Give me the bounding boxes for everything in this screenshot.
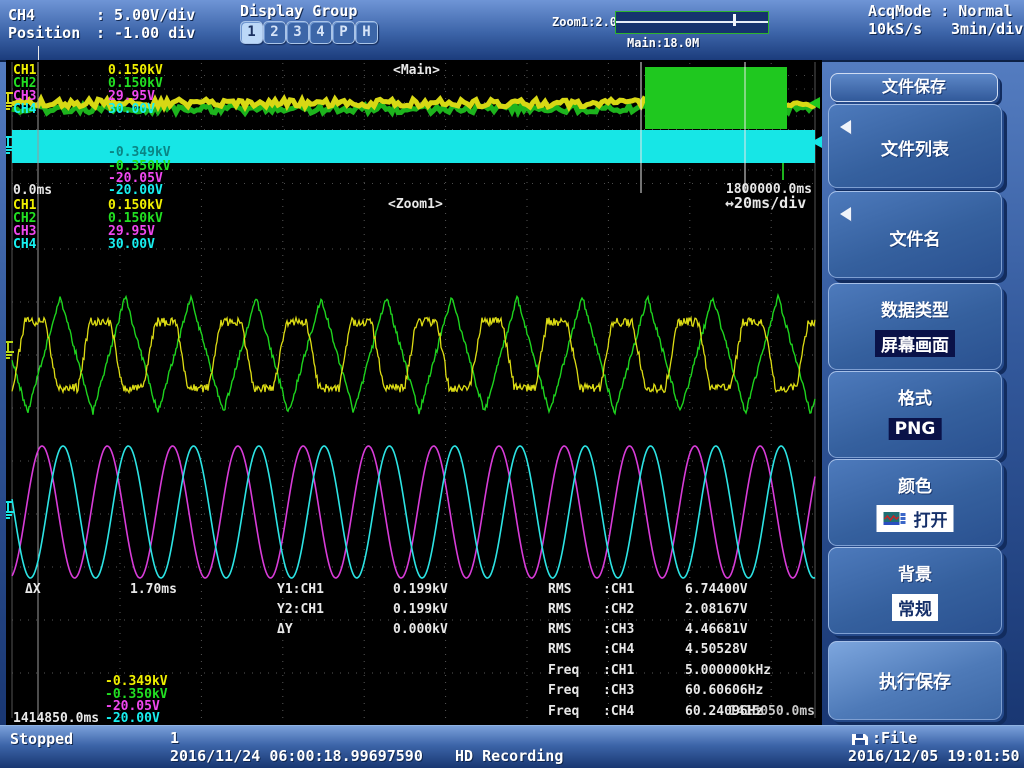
meas-5-value: 5.000000kHz bbox=[685, 664, 771, 678]
meas-1-ch: :CH1 bbox=[603, 583, 634, 597]
main-time-right: 1800000.0ms bbox=[690, 183, 812, 197]
format-value: PNG bbox=[889, 418, 942, 440]
main-record-label: Main:18.0M bbox=[627, 36, 699, 50]
main-green-burst-block bbox=[645, 67, 787, 129]
main-ch4-label: CH4 bbox=[13, 103, 36, 117]
cursor-tail-mark bbox=[38, 46, 39, 60]
zoom-factor-label: Zoom1:2.0k bbox=[552, 15, 624, 29]
meas-4-ch: :CH4 bbox=[603, 643, 634, 657]
meas-3-label: RMS bbox=[548, 623, 571, 637]
delta-y-value: 0.000kV bbox=[393, 623, 448, 637]
meas-4-label: RMS bbox=[548, 643, 571, 657]
zoom-ch4-value: 30.00V bbox=[108, 238, 155, 252]
execute-save-button[interactable]: 执行保存 bbox=[828, 641, 1002, 720]
zoom-bar-record-line bbox=[616, 21, 768, 23]
left-arrow-icon bbox=[840, 207, 851, 221]
system-datetime: 2016/12/05 19:01:50 bbox=[848, 747, 1020, 765]
file-name-button[interactable]: 文件名 bbox=[828, 191, 1002, 278]
main-ch4-value: 30.00V bbox=[108, 103, 155, 117]
delta-y-label: ΔY bbox=[277, 623, 293, 637]
cursor-y2-label: Y2:CH1 bbox=[277, 603, 324, 617]
file-list-button[interactable]: 文件列表 bbox=[828, 104, 1002, 188]
meas-6-ch: :CH3 bbox=[603, 684, 634, 698]
color-value: 打开 bbox=[877, 505, 954, 532]
timebase-readout: 3min/div bbox=[951, 20, 1023, 38]
meas-2-ch: :CH2 bbox=[603, 603, 634, 617]
display-group-button-1[interactable]: 1 bbox=[240, 21, 263, 44]
data-type-value: 屏幕画面 bbox=[875, 330, 955, 357]
save-target-label: :File bbox=[872, 729, 917, 747]
delta-x-label: ΔX bbox=[25, 583, 41, 597]
zoom-ch4-label: CH4 bbox=[13, 238, 36, 252]
cursor-y2-value: 0.199kV bbox=[393, 603, 448, 617]
meas-7-label: Freq bbox=[548, 705, 579, 719]
display-group-button-p[interactable]: P bbox=[332, 21, 355, 44]
menu-title: 文件保存 bbox=[830, 73, 998, 102]
background-value: 常规 bbox=[892, 594, 938, 621]
recording-mode: HD Recording bbox=[455, 747, 563, 765]
color-screen-icon bbox=[883, 511, 907, 527]
main-ch1-lower-value: -0.349kV bbox=[108, 146, 171, 160]
display-group-label: Display Group bbox=[240, 2, 357, 20]
zoom-time-left: 1414850.0ms bbox=[13, 712, 99, 726]
format-button[interactable]: 格式 PNG bbox=[828, 371, 1002, 458]
meas-1-value: 6.74400V bbox=[685, 583, 748, 597]
meas-1-label: RMS bbox=[548, 583, 571, 597]
delta-x-value: 1.70ms bbox=[130, 583, 177, 597]
cursor-y1-label: Y1:CH1 bbox=[277, 583, 324, 597]
zoom-timebase-label: ↔20ms/div bbox=[725, 196, 806, 210]
header-bar: CH4: 5.00V/div Position: -1.00 div Displ… bbox=[0, 0, 1024, 62]
disk-icon bbox=[852, 732, 869, 746]
display-group-button-h[interactable]: H bbox=[355, 21, 378, 44]
display-group-button-2[interactable]: 2 bbox=[263, 21, 286, 44]
record-number: 1 bbox=[170, 729, 179, 747]
acquisition-state: Stopped bbox=[10, 730, 73, 748]
oscilloscope-screen: CH4: 5.00V/div Position: -1.00 div Displ… bbox=[0, 0, 1024, 768]
meas-3-value: 4.46681V bbox=[685, 623, 748, 637]
left-arrow-icon bbox=[840, 120, 851, 134]
ground-marker-icon bbox=[6, 342, 14, 358]
sample-rate-readout: 10kS/s bbox=[868, 20, 922, 38]
main-window-title: <Main> bbox=[393, 64, 440, 78]
meas-7-ch: :CH4 bbox=[603, 705, 634, 719]
display-group-button-4[interactable]: 4 bbox=[309, 21, 332, 44]
display-group-button-3[interactable]: 3 bbox=[286, 21, 309, 44]
meas-2-label: RMS bbox=[548, 603, 571, 617]
meas-7-value: 60.24096Hz bbox=[685, 705, 763, 719]
status-bar: Stopped 1 2016/11/24 06:00:18.99697590 H… bbox=[0, 725, 1024, 768]
meas-4-value: 4.50528V bbox=[685, 643, 748, 657]
zoom-window-title: <Zoom1> bbox=[388, 198, 443, 212]
background-button[interactable]: 背景 常规 bbox=[828, 547, 1002, 634]
meas-2-value: 2.08167V bbox=[685, 603, 748, 617]
color-button[interactable]: 颜色 打开 bbox=[828, 459, 1002, 546]
main-time-left: 0.0ms bbox=[13, 184, 52, 198]
meas-5-label: Freq bbox=[548, 664, 579, 678]
zoom-bar-marker[interactable] bbox=[733, 14, 736, 26]
main-ch4-lower-value: -20.00V bbox=[108, 184, 163, 198]
cursor-y1-value: 0.199kV bbox=[393, 583, 448, 597]
meas-6-label: Freq bbox=[548, 684, 579, 698]
channel-position-readout: Position: -1.00 div bbox=[8, 24, 195, 42]
meas-6-value: 60.60606Hz bbox=[685, 684, 763, 698]
meas-5-ch: :CH1 bbox=[603, 664, 634, 678]
data-type-button[interactable]: 数据类型 屏幕画面 bbox=[828, 283, 1002, 370]
zoom-position-bar[interactable] bbox=[615, 11, 769, 34]
acq-mode-readout: AcqMode : Normal bbox=[868, 2, 1013, 20]
meas-3-ch: :CH3 bbox=[603, 623, 634, 637]
record-timestamp: 2016/11/24 06:00:18.99697590 bbox=[170, 747, 423, 765]
zoom-ch4-lower-value: -20.00V bbox=[105, 712, 160, 726]
channel-scale-readout: CH4: 5.00V/div bbox=[8, 6, 195, 24]
